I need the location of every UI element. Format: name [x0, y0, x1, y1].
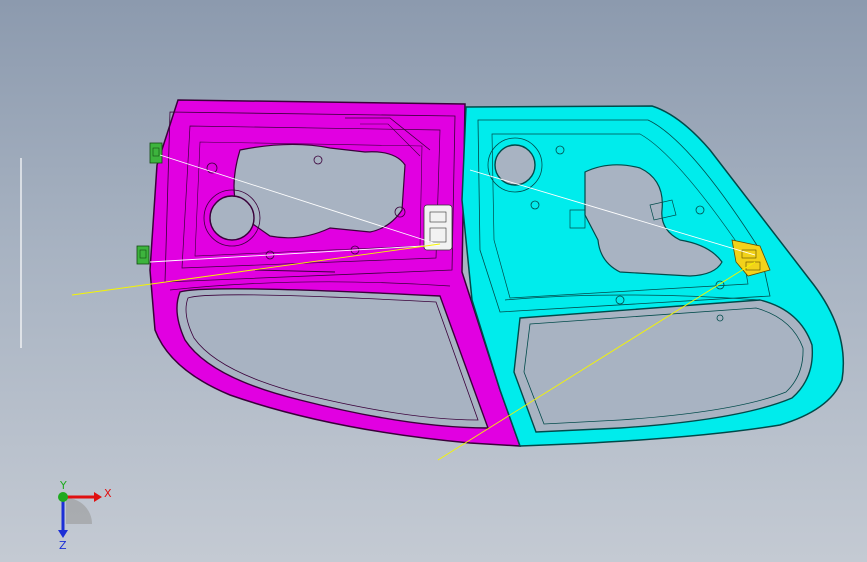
hinge-upper	[149, 142, 163, 164]
y-axis-label: Y	[59, 480, 67, 492]
x-axis-label: X	[104, 487, 112, 500]
hinge-lower	[136, 245, 150, 265]
3d-viewport[interactable]: X Y Z	[0, 0, 867, 562]
rear-door-inner-panel[interactable]	[461, 105, 845, 447]
y-axis-arrow	[58, 492, 68, 502]
front-door-latch	[423, 204, 453, 251]
z-axis-label: Z	[59, 539, 67, 550]
triad-shadow	[66, 498, 92, 524]
orientation-triad[interactable]: X Y Z	[44, 480, 124, 550]
model-scene[interactable]	[0, 0, 867, 562]
